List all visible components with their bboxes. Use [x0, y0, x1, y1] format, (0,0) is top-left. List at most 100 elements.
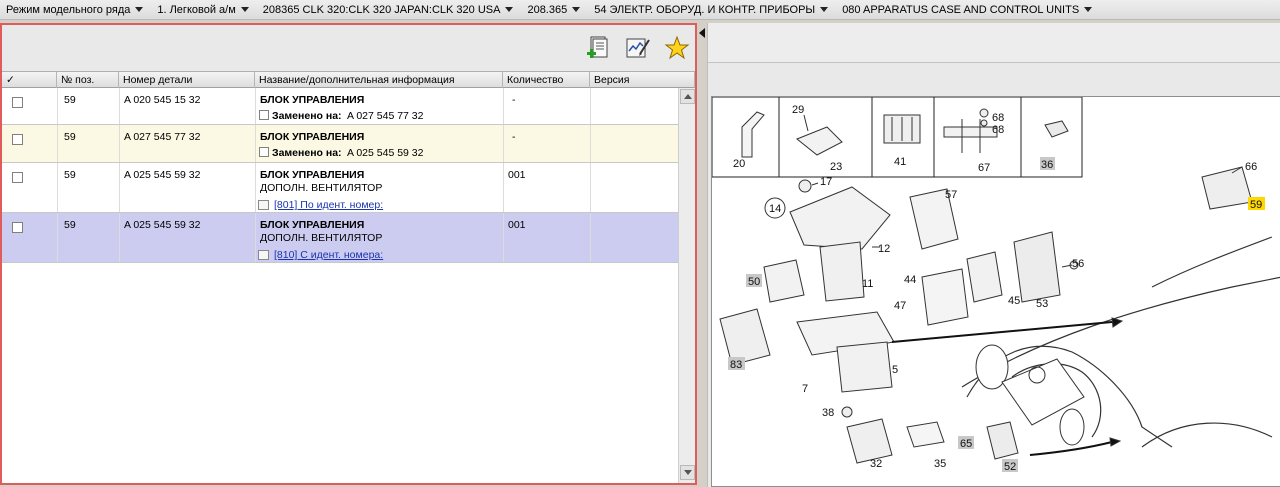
callout-32[interactable]: 32: [870, 458, 882, 470]
callout-12[interactable]: 12: [878, 243, 890, 255]
callout-83[interactable]: 83: [730, 359, 742, 371]
callout-47[interactable]: 47: [894, 300, 906, 312]
diagram-toolbar: [708, 23, 1280, 63]
scroll-up-button[interactable]: [680, 89, 695, 104]
breadcrumb-label: 080 APPARATUS CASE AND CONTROL UNITS: [842, 3, 1080, 16]
row-quantity: 001: [508, 219, 526, 231]
row-select-checkbox[interactable]: [12, 172, 23, 183]
callout-66[interactable]: 66: [1245, 161, 1257, 173]
ident-number-link[interactable]: [810] С идент. номера:: [274, 249, 383, 261]
replaced-label: Заменено на:: [272, 110, 342, 122]
favorite-button[interactable]: [663, 34, 691, 62]
breadcrumb-label: 208365 CLK 320:CLK 320 JAPAN:CLK 320 USA: [262, 3, 501, 16]
table-row-selected[interactable]: 59 A 025 545 59 32 БЛОК УПРАВЛЕНИЯ ДОПОЛ…: [2, 213, 678, 263]
chevron-down-icon: [820, 7, 829, 12]
callout-65[interactable]: 65: [960, 438, 972, 450]
arrow-up-icon: [684, 94, 692, 99]
callout-44[interactable]: 44: [904, 274, 916, 286]
callout-41[interactable]: 41: [894, 156, 906, 168]
diagram-panel: 20 29 23 41 68 68 67 36 66 59 17 14 57 1…: [707, 23, 1280, 487]
callout-7[interactable]: 7: [802, 383, 808, 395]
row-quantity: -: [512, 94, 516, 106]
column-header-check[interactable]: ✓: [2, 72, 57, 88]
row-name: БЛОК УПРАВЛЕНИЯ: [260, 94, 365, 106]
breadcrumb-chassis[interactable]: 208.365: [527, 3, 581, 16]
notes-edit-icon: [626, 38, 650, 58]
callout-56[interactable]: 56: [1072, 258, 1084, 270]
callout-20[interactable]: 20: [733, 158, 745, 170]
row-name: БЛОК УПРАВЛЕНИЯ: [260, 131, 365, 143]
callout-68[interactable]: 68: [992, 112, 1004, 124]
exploded-parts-drawing: 20 29 23 41 68 68 67 36 66 59 17 14 57 1…: [712, 97, 1280, 473]
callout-53[interactable]: 53: [1036, 298, 1048, 310]
callout-45[interactable]: 45: [1008, 295, 1020, 307]
table-row[interactable]: 59 A 025 545 59 32 БЛОК УПРАВЛЕНИЯ ДОПОЛ…: [2, 163, 678, 213]
chevron-down-icon: [572, 7, 581, 12]
row-name: БЛОК УПРАВЛЕНИЯ: [260, 169, 365, 181]
parts-grid-body: 59 A 020 545 15 32 БЛОК УПРАВЛЕНИЯ Замен…: [2, 88, 678, 483]
replaced-checkbox[interactable]: [259, 110, 269, 120]
row-select-checkbox[interactable]: [12, 134, 23, 145]
row-part-number: A 027 545 77 32: [124, 131, 201, 143]
callout-17[interactable]: 17: [820, 176, 832, 188]
breadcrumb-label: 54 ЭЛЕКТР. ОБОРУД. И КОНТР. ПРИБОРЫ: [594, 3, 816, 16]
breadcrumb-label: 208.365: [527, 3, 568, 16]
breadcrumb-label: Режим модельного ряда: [6, 3, 131, 16]
chevron-down-icon: [135, 7, 144, 12]
callout-35[interactable]: 35: [934, 458, 946, 470]
row-extra-info: ДОПОЛН. ВЕНТИЛЯТОР: [260, 232, 383, 244]
breadcrumb-model[interactable]: 208365 CLK 320:CLK 320 JAPAN:CLK 320 USA: [263, 4, 514, 16]
replaced-value[interactable]: A 027 545 77 32: [347, 110, 424, 122]
breadcrumb: Режим модельного ряда 1. Легковой а/м 20…: [0, 0, 1280, 20]
callout-38[interactable]: 38: [822, 407, 834, 419]
favorite-star-icon: [664, 35, 690, 60]
callout-29[interactable]: 29: [792, 104, 804, 116]
breadcrumb-subgroup[interactable]: 080 APPARATUS CASE AND CONTROL UNITS: [842, 3, 1093, 16]
callout-14[interactable]: 14: [769, 203, 781, 215]
row-part-number: A 025 545 59 32: [124, 219, 201, 231]
column-header-version[interactable]: Версия: [590, 72, 695, 88]
add-to-cart-button[interactable]: [585, 34, 613, 62]
row-part-number: A 025 545 59 32: [124, 169, 201, 181]
ident-number-link[interactable]: [801] По идент. номер:: [274, 199, 383, 211]
callout-50[interactable]: 50: [748, 276, 760, 288]
panel-splitter[interactable]: [697, 23, 707, 487]
callout-57[interactable]: 57: [945, 189, 957, 201]
column-header-name[interactable]: Название/дополнительная информация: [255, 72, 503, 88]
callout-11[interactable]: 11: [862, 278, 873, 290]
row-pos: 59: [64, 94, 76, 106]
table-row[interactable]: 59 A 027 545 77 32 БЛОК УПРАВЛЕНИЯ Замен…: [2, 125, 678, 163]
replaced-checkbox[interactable]: [259, 147, 269, 157]
callout-36[interactable]: 36: [1041, 159, 1053, 171]
row-quantity: -: [512, 131, 516, 143]
row-select-checkbox[interactable]: [12, 222, 23, 233]
row-name: БЛОК УПРАВЛЕНИЯ: [260, 219, 365, 231]
replaced-label: Заменено на:: [272, 147, 342, 159]
row-select-checkbox[interactable]: [12, 97, 23, 108]
add-to-cart-icon: [587, 36, 608, 58]
breadcrumb-label: 1. Легковой а/м: [157, 3, 236, 16]
notes-button[interactable]: [624, 34, 652, 62]
replaced-value[interactable]: A 025 545 59 32: [347, 147, 424, 159]
row-part-number: A 020 545 15 32: [124, 94, 201, 106]
callout-52[interactable]: 52: [1004, 461, 1016, 473]
collapse-left-icon[interactable]: [699, 28, 705, 38]
callout-23[interactable]: 23: [830, 161, 842, 173]
parts-diagram[interactable]: 20 29 23 41 68 68 67 36 66 59 17 14 57 1…: [711, 96, 1280, 487]
callout-68[interactable]: 68: [992, 124, 1004, 136]
table-row[interactable]: 59 A 020 545 15 32 БЛОК УПРАВЛЕНИЯ Замен…: [2, 88, 678, 125]
breadcrumb-group[interactable]: 54 ЭЛЕКТР. ОБОРУД. И КОНТР. ПРИБОРЫ: [594, 3, 829, 16]
document-icon: [258, 200, 269, 210]
row-quantity: 001: [508, 169, 526, 181]
breadcrumb-vehicle-type[interactable]: 1. Легковой а/м: [157, 3, 249, 16]
callout-59[interactable]: 59: [1250, 199, 1262, 211]
callout-67[interactable]: 67: [978, 162, 990, 174]
parts-grid-scrollbar[interactable]: [678, 88, 695, 483]
callout-5[interactable]: 5: [892, 364, 898, 376]
column-header-pos[interactable]: № поз.: [57, 72, 119, 88]
column-header-part-number[interactable]: Номер детали: [119, 72, 255, 88]
breadcrumb-model-mode[interactable]: Режим модельного ряда: [6, 3, 144, 16]
scroll-down-button[interactable]: [680, 465, 695, 480]
document-icon: [258, 250, 269, 260]
column-header-quantity[interactable]: Количество: [503, 72, 590, 88]
